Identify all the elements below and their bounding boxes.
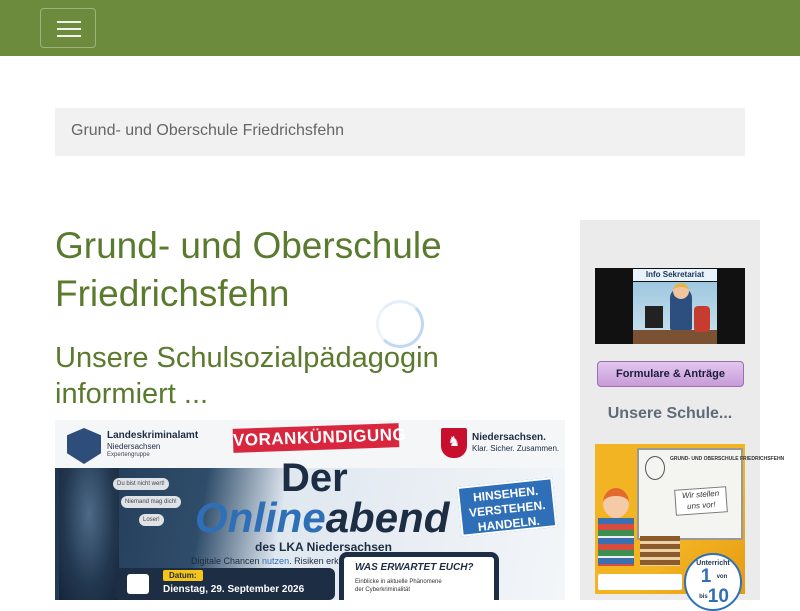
horse-icon: ♞: [447, 433, 461, 449]
monitor-icon: [645, 306, 663, 328]
flyer-state-sub: Klar. Sicher. Zusammen.: [472, 444, 560, 453]
child-figure: [603, 488, 629, 518]
flyer-state: Niedersachsen.: [472, 432, 546, 443]
bullet-1: Einblicke in aktuelle Phänomene: [355, 579, 442, 585]
date-value: Dienstag, 29. September 2026: [163, 584, 305, 595]
hamburger-icon: [57, 21, 81, 23]
tree-icon: [645, 456, 665, 480]
flyer-slogan: HINSEHEN. VERSTEHEN. HANDELN.: [456, 477, 558, 537]
partner-logos: [598, 574, 682, 590]
sekretariat-label: Info Sekretariat: [633, 269, 717, 281]
flyer-tagline-b: nutzen: [262, 556, 290, 566]
chat-bubble: Niemand mag dich!: [121, 496, 181, 508]
flyer-org-sub: Niedersachsen: [107, 442, 161, 451]
flyer-onlineabend: Onlineabend: [195, 496, 449, 540]
hamburger-icon-line: [57, 35, 81, 37]
lka-flyer-image[interactable]: Landeskriminalamt Niedersachsen Experten…: [55, 420, 565, 600]
book-stack-image: [640, 536, 680, 566]
menu-toggle-button[interactable]: [40, 8, 96, 48]
flyer-org-sub2: Expertengruppe: [107, 452, 150, 458]
forms-button[interactable]: Formulare & Anträge: [597, 361, 744, 387]
section-title: Unsere Schulsozialpädagogin informiert .…: [55, 342, 439, 410]
chat-bubble: Du bist nicht wert!: [113, 478, 169, 490]
schule-note: Wir stellen uns vor!: [674, 486, 728, 516]
flyer-abend: abend: [325, 494, 450, 541]
desk-image: [633, 330, 717, 344]
date-label: Datum:: [163, 570, 203, 581]
chair-image: [694, 306, 710, 332]
grade-bis: bis: [699, 594, 708, 601]
flyer-bullet: Einblicke in aktuelle Phänomene der Cybe…: [355, 578, 442, 594]
hooded-person-image: [59, 468, 119, 600]
breadcrumb-item[interactable]: Grund- und Oberschule Friedrichsfehn: [71, 122, 344, 139]
flyer-tagline-a: Digitale Chancen: [191, 556, 263, 566]
loading-spinner-icon: [376, 300, 424, 348]
grade-von: von: [716, 574, 728, 580]
calendar-icon: [127, 574, 149, 594]
bullet-2: der Cyberkriminalität: [355, 587, 411, 593]
breadcrumb: Grund- und Oberschule Friedrichsfehn: [55, 108, 745, 156]
grade-to: 10: [707, 586, 729, 608]
schule-grades: 1 von bis10: [688, 567, 740, 607]
flyer-online: Online: [195, 494, 326, 541]
page-title: Grund- und Oberschule Friedrichsfehn: [55, 225, 442, 314]
flyer-was: WAS ERWARTET EUCH?: [355, 562, 474, 573]
schule-heading[interactable]: Unsere Schule...: [595, 405, 745, 423]
navbar: [0, 0, 800, 56]
chat-bubble: Loser!: [139, 514, 164, 526]
hamburger-icon-line: [57, 28, 81, 30]
secretary-head: [673, 283, 689, 299]
schule-board-title: GRUND- UND OBERSCHULE FRIEDRICHSFEHN: [670, 456, 785, 462]
flyer-org: Landeskriminalamt: [107, 430, 199, 441]
grade-from: 1: [700, 566, 712, 588]
books-image: [598, 518, 634, 566]
